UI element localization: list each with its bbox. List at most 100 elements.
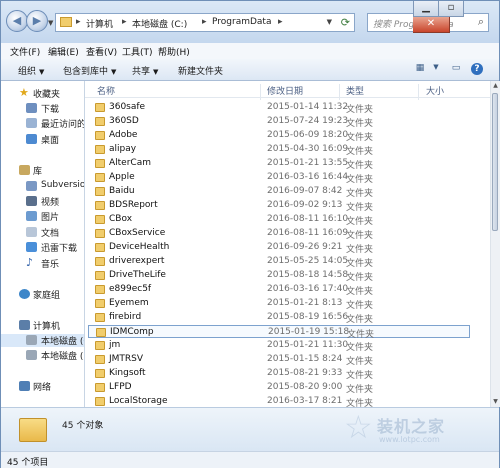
file-type: 文件夹 (346, 301, 374, 311)
chevron-down-icon: ▼ (39, 68, 45, 76)
file-row[interactable]: BDSReport 2016-09-02 9:13 文件夹 (88, 199, 470, 213)
folder-icon (95, 341, 105, 350)
menu-file[interactable]: 文件(F) (10, 45, 40, 58)
column-divider[interactable] (260, 84, 261, 100)
file-name: Apple (109, 172, 135, 182)
file-row[interactable]: Adobe 2015-06-09 18:20 文件夹 (88, 129, 470, 143)
file-name: 360SD (109, 116, 139, 126)
file-name: BDSReport (109, 200, 158, 210)
forward-button[interactable]: ▶ (26, 10, 48, 32)
column-size[interactable]: 大小 (426, 84, 444, 97)
column-name[interactable]: 名称 (97, 84, 115, 97)
nav-homegroup[interactable]: 家庭组 (1, 288, 84, 301)
file-row[interactable]: jm 2015-01-21 11:30 文件夹 (88, 339, 470, 353)
minimize-icon[interactable]: ▁ (413, 1, 439, 17)
file-row[interactable]: DeviceHealth 2016-09-26 9:21 文件夹 (88, 241, 470, 255)
nav-documents[interactable]: 文档 (1, 226, 84, 239)
file-date: 2015-08-21 9:33 (267, 368, 343, 378)
file-row[interactable]: driverexpert 2015-05-25 14:05 文件夹 (88, 255, 470, 269)
nav-pictures[interactable]: 图片 (1, 210, 84, 223)
nav-desktop[interactable]: 桌面 (1, 133, 84, 146)
file-row[interactable]: alipay 2015-04-30 16:09 文件夹 (88, 143, 470, 157)
file-date: 2015-01-21 11:30 (267, 340, 349, 350)
file-row[interactable]: AlterCam 2015-01-21 13:55 文件夹 (88, 157, 470, 171)
column-date[interactable]: 修改日期 (267, 84, 303, 97)
close-icon[interactable]: ✕ (413, 17, 450, 33)
menu-edit[interactable]: 编辑(E) (48, 45, 79, 58)
file-row[interactable]: Apple 2016-03-16 16:44 文件夹 (88, 171, 470, 185)
crumb-computer[interactable]: 计算机 (86, 17, 113, 30)
file-row[interactable]: 360safe 2015-01-14 11:32 文件夹 (88, 101, 470, 115)
nav-music[interactable]: ♪ 音乐 (1, 257, 84, 270)
menu-view[interactable]: 查看(V) (86, 45, 117, 58)
menu-help[interactable]: 帮助(H) (158, 45, 190, 58)
file-list: 名称 修改日期 类型 大小 360safe 2015-01-14 11:32 文件夹… (85, 81, 490, 407)
navigation-pane: ★ 收藏夹 下载 最近访问的 桌面 库 Subversion 视频 (1, 81, 85, 407)
star-icon: ★ (19, 86, 29, 99)
include-in-library-button[interactable]: 包含到库中 ▼ (63, 64, 116, 77)
scroll-down-icon[interactable]: ▼ (491, 397, 500, 407)
file-row[interactable]: Baidu 2016-09-07 8:42 文件夹 (88, 185, 470, 199)
file-row[interactable]: firebird 2015-08-19 16:56 文件夹 (88, 311, 470, 325)
file-date: 2016-03-16 17:40 (267, 284, 349, 294)
file-row[interactable]: LFPD 2015-08-20 9:00 文件夹 (88, 381, 470, 395)
nav-recent[interactable]: 最近访问的 (1, 117, 84, 130)
file-type: 文件夹 (346, 189, 374, 199)
vertical-scrollbar[interactable]: ▲ ▼ (490, 81, 500, 407)
file-row[interactable]: CBoxService 2016-08-11 16:09 文件夹 (88, 227, 470, 241)
file-row[interactable]: CBox 2016-08-11 16:10 文件夹 (88, 213, 470, 227)
refresh-icon[interactable]: ⟳ (341, 16, 350, 29)
nav-label: Subversion (41, 180, 85, 190)
crumb-disk-c[interactable]: 本地磁盘 (C:) (132, 17, 187, 30)
nav-downloads[interactable]: 下载 (1, 102, 84, 115)
column-divider[interactable] (418, 84, 419, 100)
file-name: Baidu (109, 186, 135, 196)
file-row[interactable]: e899ec5f 2016-03-16 17:40 文件夹 (88, 283, 470, 297)
address-dropdown-icon[interactable]: ▼ (327, 18, 332, 26)
column-divider[interactable] (339, 84, 340, 100)
new-folder-button[interactable]: 新建文件夹 (178, 64, 223, 77)
file-name: LFPD (109, 382, 132, 392)
history-dropdown-icon[interactable]: ▼ (48, 19, 53, 27)
nav-xunlei[interactable]: 迅雷下载 (1, 241, 84, 254)
hard-drive-icon (26, 350, 37, 360)
file-row[interactable]: LocalStorage 2016-03-17 8:21 文件夹 (88, 395, 470, 407)
file-row[interactable]: Kingsoft 2015-08-21 9:33 文件夹 (88, 367, 470, 381)
nav-favorites[interactable]: ★ 收藏夹 (1, 87, 84, 100)
maximize-icon[interactable]: ▫ (439, 1, 464, 17)
column-type[interactable]: 类型 (346, 84, 364, 97)
file-row[interactable]: IDMComp 2015-01-19 15:18 文件夹 (88, 325, 470, 340)
file-row[interactable]: DriveTheLife 2015-08-18 14:58 文件夹 (88, 269, 470, 283)
back-arrow-icon: ◀ (12, 14, 22, 27)
view-options-icon[interactable]: ▦ (413, 63, 427, 75)
preview-pane-icon[interactable]: ▭ (449, 63, 463, 75)
crumb-programdata[interactable]: ProgramData (212, 17, 271, 27)
file-row[interactable]: Eyemem 2015-01-21 8:13 文件夹 (88, 297, 470, 311)
nav-videos[interactable]: 视频 (1, 195, 84, 208)
file-row[interactable]: 360SD 2015-07-24 19:23 文件夹 (88, 115, 470, 129)
scroll-thumb[interactable] (492, 93, 498, 231)
folder-icon (95, 257, 105, 266)
nav-library[interactable]: 库 (1, 164, 84, 177)
nav-computer[interactable]: 计算机 (1, 319, 84, 332)
file-type: 文件夹 (346, 385, 374, 395)
explorer-window: ◀ ▶ ▼ ▸ 计算机 ▸ 本地磁盘 (C:) ▸ ProgramData ▸ … (0, 0, 500, 468)
nav-network[interactable]: 网络 (1, 380, 84, 393)
nav-disk-c[interactable]: 本地磁盘 (C (1, 334, 84, 347)
scroll-up-icon[interactable]: ▲ (491, 81, 500, 91)
nav-disk-d[interactable]: 本地磁盘 ( (1, 349, 84, 362)
menu-tools[interactable]: 工具(T) (122, 45, 153, 58)
share-button[interactable]: 共享 ▼ (132, 64, 158, 77)
file-type: 文件夹 (346, 203, 374, 213)
file-name: Eyemem (109, 298, 149, 308)
file-row[interactable]: JMTRSV 2015-01-15 8:24 文件夹 (88, 353, 470, 367)
nav-label: 桌面 (41, 136, 60, 146)
file-type: 文件夹 (346, 343, 374, 353)
nav-subversion[interactable]: Subversion (1, 180, 84, 193)
back-button[interactable]: ◀ (6, 10, 28, 32)
file-name: Adobe (109, 130, 138, 140)
address-bar[interactable]: ▸ 计算机 ▸ 本地磁盘 (C:) ▸ ProgramData ▸ ▼ ⟳ (55, 13, 355, 32)
view-dropdown-icon[interactable]: ▼ (429, 63, 443, 75)
help-icon[interactable]: ? (471, 63, 483, 75)
organize-button[interactable]: 组织 ▼ (18, 64, 44, 77)
